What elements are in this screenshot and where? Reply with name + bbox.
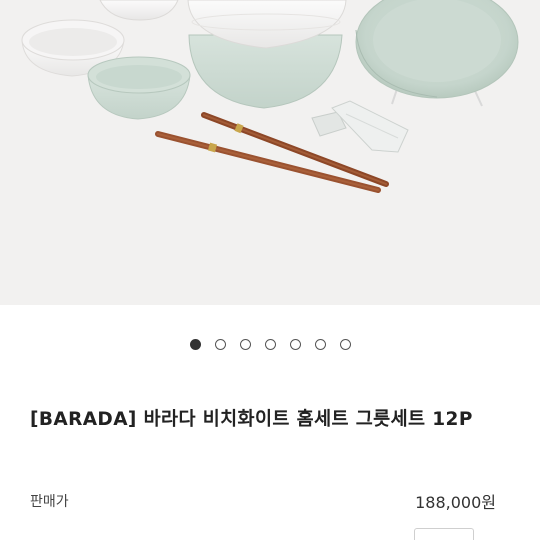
carousel-dot-7[interactable]	[339, 339, 351, 350]
product-title: [BARADA] 바라다 비치화이트 홈세트 그릇세트 12P	[30, 409, 473, 430]
sage-plate-on-stand	[355, 0, 519, 107]
product-image-carousel[interactable]	[0, 0, 540, 305]
small-sage-bowl	[87, 56, 191, 120]
price-value: 188,000원	[415, 493, 496, 512]
price-label: 판매가	[30, 494, 69, 510]
quantity-stepper[interactable]	[414, 528, 474, 540]
chopstick-rests	[311, 100, 409, 153]
carousel-dot-4[interactable]	[264, 339, 276, 350]
carousel-dot-3[interactable]	[239, 339, 251, 350]
carousel-dot-5[interactable]	[289, 339, 301, 350]
carousel-dot-6[interactable]	[314, 339, 326, 350]
bowl-top-left	[99, 0, 179, 21]
carousel-dot-1[interactable]	[189, 339, 201, 350]
product-image	[21, 0, 519, 193]
price-row: 판매가 188,000원	[30, 490, 496, 512]
carousel-dot-2[interactable]	[214, 339, 226, 350]
carousel-pagination	[0, 339, 540, 353]
